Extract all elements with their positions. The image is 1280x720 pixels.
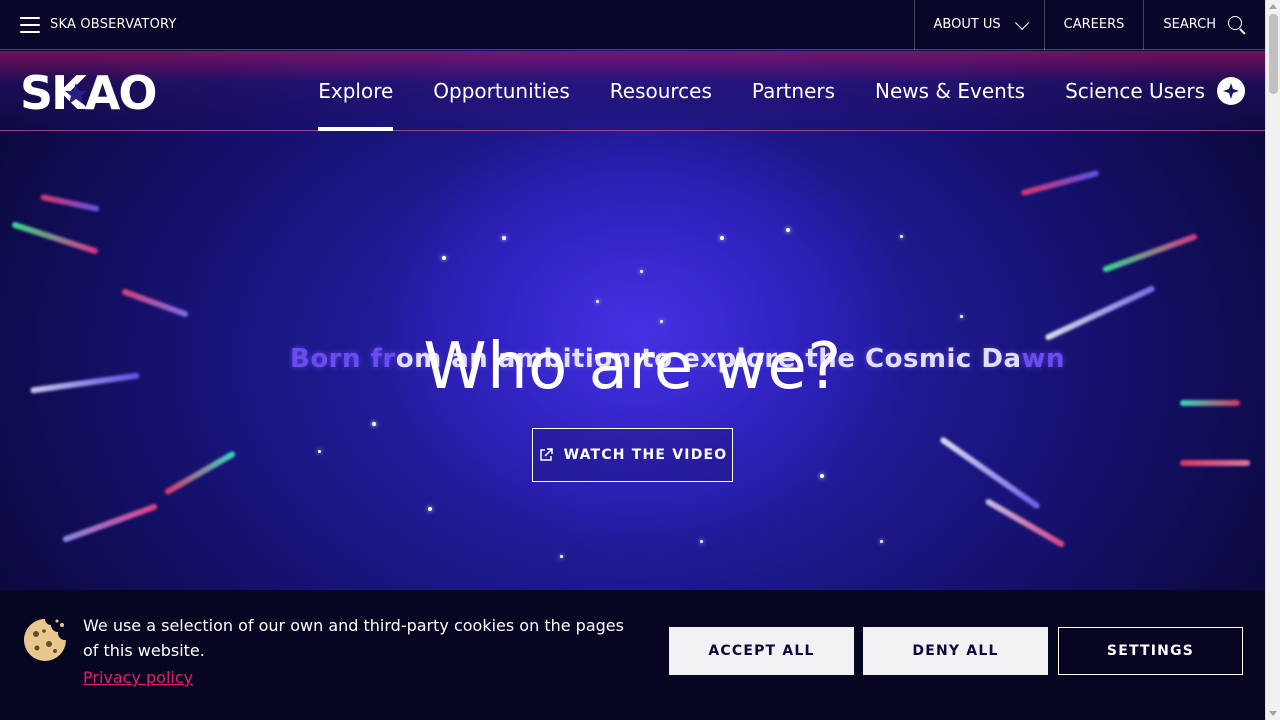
nav-science-users[interactable]: Science Users bbox=[1045, 51, 1217, 131]
watch-video-label: WATCH THE VIDEO bbox=[563, 447, 728, 463]
nav-opportunities[interactable]: Opportunities bbox=[413, 51, 589, 131]
svg-text:SKAO: SKAO bbox=[20, 69, 155, 113]
about-us-dropdown[interactable]: ABOUT US bbox=[913, 0, 1044, 50]
external-link-icon bbox=[539, 448, 553, 461]
nav-resources-label: Resources bbox=[609, 79, 712, 103]
nav-explore[interactable]: Explore bbox=[298, 51, 413, 131]
hamburger-icon bbox=[20, 16, 40, 33]
search-label: SEARCH bbox=[1163, 17, 1216, 32]
careers-link[interactable]: CAREERS bbox=[1043, 0, 1144, 50]
nav-partners-label: Partners bbox=[751, 79, 836, 103]
site-menu-button[interactable]: SKA OBSERVATORY bbox=[0, 0, 177, 50]
cookie-icon bbox=[24, 619, 66, 661]
nav-partners[interactable]: Partners bbox=[732, 51, 855, 131]
careers-label: CAREERS bbox=[1063, 17, 1125, 32]
scroll-down-arrow-icon[interactable] bbox=[1269, 711, 1277, 716]
deny-all-button[interactable]: DENY ALL bbox=[863, 627, 1048, 675]
privacy-policy-link[interactable]: Privacy policy bbox=[83, 668, 193, 687]
watch-video-button[interactable]: WATCH THE VIDEO bbox=[532, 428, 733, 482]
cookie-message: We use a selection of our own and third-… bbox=[83, 616, 624, 660]
nav-items: Explore Opportunities Resources Partners… bbox=[298, 51, 1245, 131]
search-button[interactable]: SEARCH bbox=[1143, 0, 1265, 50]
accept-all-button[interactable]: ACCEPT ALL bbox=[669, 627, 854, 675]
top-utility-bar: SKA OBSERVATORY ABOUT US CAREERS SEARCH bbox=[0, 0, 1265, 50]
nav-news-events[interactable]: News & Events bbox=[855, 51, 1045, 131]
cookie-settings-button[interactable]: SETTINGS bbox=[1058, 627, 1243, 675]
chevron-down-icon bbox=[1014, 15, 1029, 30]
top-right-links: ABOUT US CAREERS SEARCH bbox=[913, 0, 1266, 50]
nav-resources[interactable]: Resources bbox=[590, 51, 732, 131]
scroll-up-arrow-icon[interactable] bbox=[1269, 4, 1277, 9]
compass-icon[interactable] bbox=[1217, 77, 1245, 105]
search-icon bbox=[1228, 15, 1246, 34]
skao-logo[interactable]: SKAO bbox=[20, 69, 172, 113]
menu-label: SKA OBSERVATORY bbox=[50, 17, 177, 32]
scroll-thumb[interactable] bbox=[1269, 14, 1278, 94]
nav-news-events-label: News & Events bbox=[875, 79, 1026, 103]
about-us-label: ABOUT US bbox=[933, 17, 1001, 32]
page-scrollbar[interactable] bbox=[1265, 0, 1280, 720]
nav-explore-label: Explore bbox=[318, 79, 394, 103]
main-navigation: SKAO Explore Opportunities Resources Par… bbox=[0, 51, 1265, 131]
nav-opportunities-label: Opportunities bbox=[433, 79, 570, 103]
nav-science-users-label: Science Users bbox=[1065, 79, 1205, 103]
hero-title: Who are we? bbox=[423, 330, 842, 404]
